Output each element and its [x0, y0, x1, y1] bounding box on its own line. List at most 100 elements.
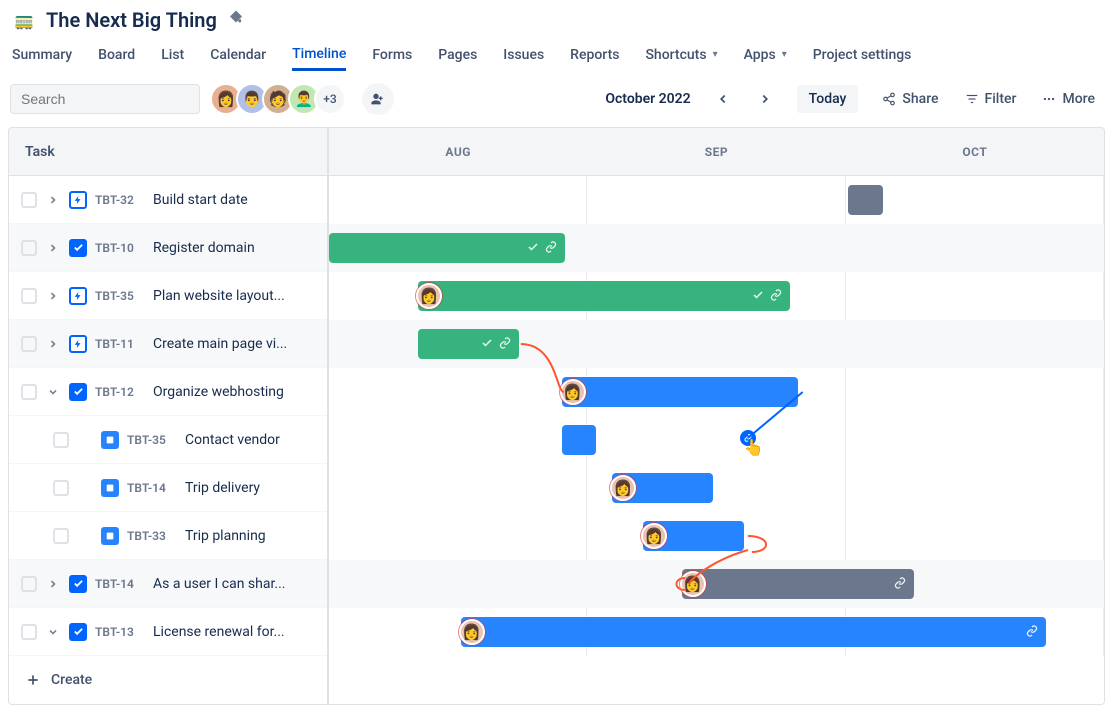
gantt-bar[interactable]: 👩 [682, 569, 915, 599]
share-button[interactable]: Share [874, 85, 946, 113]
issue-key[interactable]: TBT-12 [95, 385, 145, 399]
issue-title[interactable]: As a user I can shar... [153, 576, 285, 592]
issue-key[interactable]: TBT-10 [95, 241, 145, 255]
issue-key[interactable]: TBT-35 [127, 433, 177, 447]
assignee-avatar[interactable]: 👩 [459, 619, 485, 645]
gantt-row [329, 224, 1104, 272]
tab-pages[interactable]: Pages [438, 40, 477, 69]
issue-key[interactable]: TBT-14 [127, 481, 177, 495]
share-icon [882, 92, 896, 106]
issue-key[interactable]: TBT-13 [95, 625, 145, 639]
checkbox[interactable] [53, 432, 69, 448]
issue-key[interactable]: TBT-14 [95, 577, 145, 591]
gantt-bar[interactable] [562, 425, 597, 455]
issue-title[interactable]: License renewal for... [153, 624, 285, 640]
checkbox[interactable] [21, 336, 37, 352]
task-row[interactable]: TBT-10 Register domain [9, 224, 327, 272]
assignee-avatar[interactable]: 👩 [680, 571, 706, 597]
tab-calendar[interactable]: Calendar [210, 40, 266, 69]
issue-key[interactable]: TBT-32 [95, 193, 145, 207]
issue-title[interactable]: Trip delivery [185, 480, 260, 496]
issue-title[interactable]: Organize webhosting [153, 384, 284, 400]
task-row[interactable]: TBT-35 Plan website layout... [9, 272, 327, 320]
avatar-overflow[interactable]: +3 [314, 83, 346, 115]
chevron-right-icon[interactable] [45, 242, 61, 254]
tab-shortcuts[interactable]: Shortcuts▾ [645, 40, 717, 69]
epic-icon [69, 335, 87, 353]
chevron-down-icon[interactable] [45, 626, 61, 638]
tab-forms[interactable]: Forms [372, 40, 412, 69]
tab-reports[interactable]: Reports [570, 40, 619, 69]
more-button[interactable]: More [1034, 85, 1103, 113]
gantt-bar[interactable] [329, 233, 565, 263]
chevron-right-icon[interactable] [45, 338, 61, 350]
gantt-bar[interactable]: 👩 [643, 521, 744, 551]
assignee-avatar[interactable]: 👩 [641, 523, 667, 549]
gantt-bar[interactable]: 👩 [461, 617, 1046, 647]
epic-icon [69, 623, 87, 641]
search-input[interactable] [21, 91, 202, 107]
issue-title[interactable]: Build start date [153, 192, 248, 208]
filter-button[interactable]: Filter [957, 85, 1025, 113]
add-person-button[interactable] [362, 83, 394, 115]
chevron-down-icon: ▾ [782, 49, 787, 60]
tab-apps[interactable]: Apps▾ [744, 40, 787, 69]
checkbox[interactable] [21, 240, 37, 256]
epic-icon [69, 575, 87, 593]
issue-title[interactable]: Trip planning [185, 528, 266, 544]
tab-project-settings[interactable]: Project settings [813, 40, 912, 69]
today-button[interactable]: Today [797, 85, 859, 113]
gantt-row: 👩 [329, 560, 1104, 608]
gantt-bar[interactable]: 👩 [612, 473, 713, 503]
avatars-group[interactable]: 👩 👨 🧑 👨‍🦱 +3 [216, 83, 346, 115]
task-row[interactable]: TBT-13 License renewal for... [9, 608, 327, 656]
issue-title[interactable]: Plan website layout... [153, 288, 285, 304]
gantt-bar[interactable]: 👩 [562, 377, 798, 407]
task-row[interactable]: TBT-11 Create main page vi... [9, 320, 327, 368]
create-button[interactable]: Create [9, 656, 327, 704]
paint-bucket-icon[interactable] [227, 9, 245, 31]
task-row[interactable]: TBT-35 Contact vendor [9, 416, 327, 464]
link-icon [894, 577, 906, 592]
issue-title[interactable]: Create main page vi... [153, 336, 287, 352]
task-row[interactable]: TBT-33 Trip planning [9, 512, 327, 560]
assignee-avatar[interactable]: 👩 [610, 475, 636, 501]
checkbox[interactable] [21, 192, 37, 208]
assignee-avatar[interactable]: 👩 [416, 283, 442, 309]
prev-button[interactable] [707, 83, 739, 115]
subtask-icon [101, 527, 119, 545]
issue-title[interactable]: Contact vendor [185, 432, 280, 448]
checkbox[interactable] [21, 288, 37, 304]
checkbox[interactable] [53, 480, 69, 496]
issue-title[interactable]: Register domain [153, 240, 255, 256]
issue-key[interactable]: TBT-11 [95, 337, 145, 351]
tab-timeline[interactable]: Timeline [292, 40, 346, 71]
tab-summary[interactable]: Summary [12, 40, 72, 69]
checkbox[interactable] [21, 384, 37, 400]
gantt-row: 👩 [329, 368, 1104, 416]
checkbox[interactable] [21, 576, 37, 592]
gantt-bar[interactable] [848, 185, 883, 215]
link-icon [770, 289, 782, 304]
chevron-down-icon[interactable] [45, 386, 61, 398]
search-input-wrapper[interactable] [10, 84, 200, 114]
task-row[interactable]: TBT-14 Trip delivery [9, 464, 327, 512]
gantt-bar[interactable]: 👩 [418, 281, 790, 311]
chevron-right-icon[interactable] [45, 290, 61, 302]
checkbox[interactable] [21, 624, 37, 640]
issue-key[interactable]: TBT-35 [95, 289, 145, 303]
tab-board[interactable]: Board [98, 40, 135, 69]
checkbox[interactable] [53, 528, 69, 544]
gantt-bar[interactable] [418, 329, 519, 359]
project-icon: 🚃 [12, 8, 36, 32]
task-row[interactable]: TBT-32 Build start date [9, 176, 327, 224]
chevron-right-icon[interactable] [45, 194, 61, 206]
tab-issues[interactable]: Issues [503, 40, 544, 69]
issue-key[interactable]: TBT-33 [127, 529, 177, 543]
chevron-right-icon[interactable] [45, 578, 61, 590]
tab-list[interactable]: List [161, 40, 184, 69]
task-row[interactable]: TBT-14 As a user I can shar... [9, 560, 327, 608]
assignee-avatar[interactable]: 👩 [560, 379, 586, 405]
task-row[interactable]: TBT-12 Organize webhosting [9, 368, 327, 416]
next-button[interactable] [749, 83, 781, 115]
